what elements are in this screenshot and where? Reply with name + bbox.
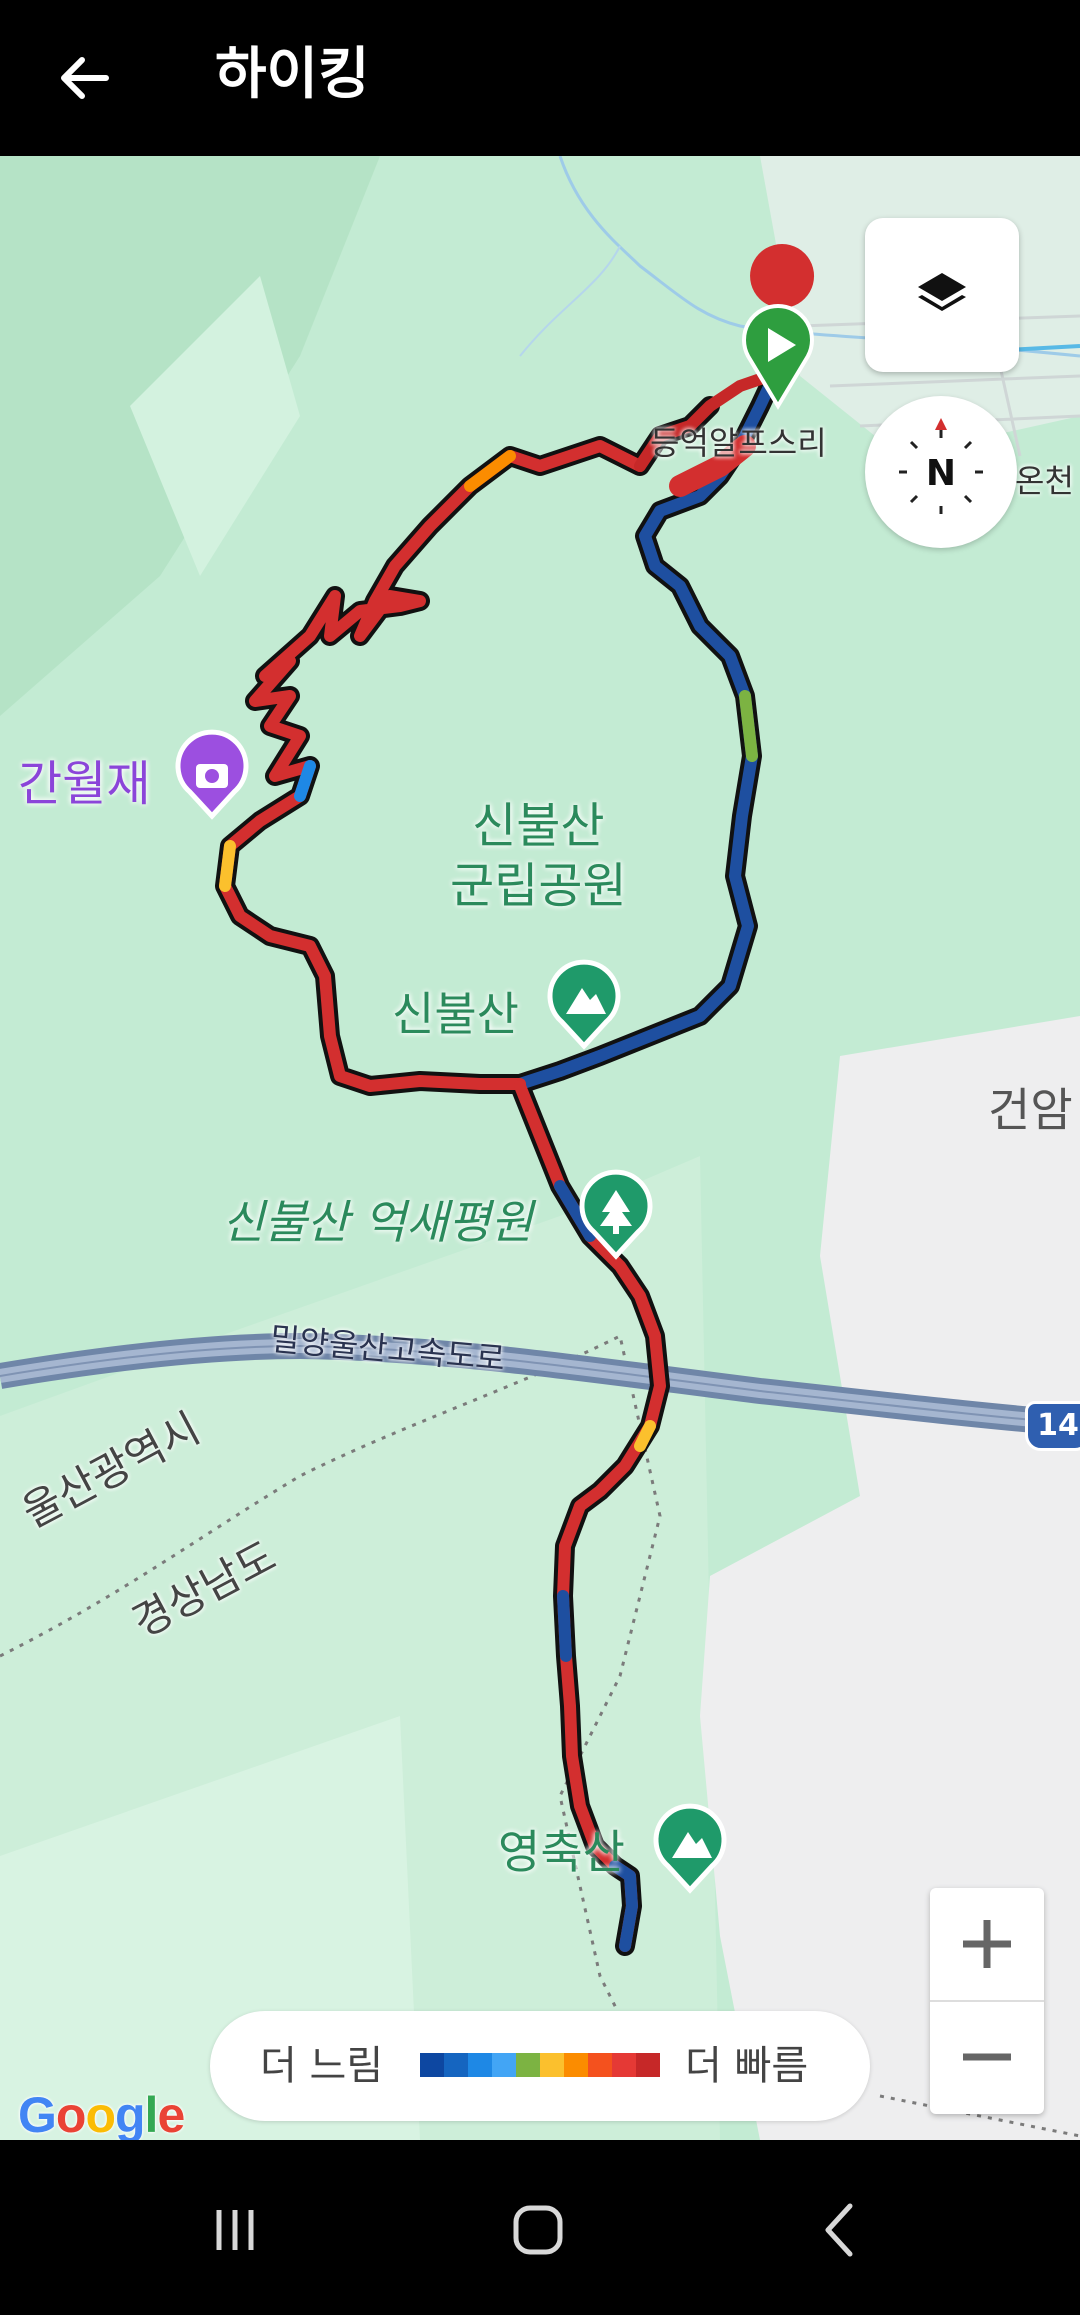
layers-icon [918,273,966,311]
legend-slow-label: 더 느림 [260,2043,384,2089]
page-title: 하이킹 [215,42,370,107]
place-label-oncheon: 온천 [1015,462,1074,500]
minus-icon [963,2053,1011,2061]
system-nav-bar [0,2140,1080,2315]
legend-swatch [420,2053,444,2077]
recent-apps-button[interactable] [175,2180,295,2280]
zoom-controls [930,1888,1044,2114]
park-label: 신불산 군립공원 [450,796,627,916]
plus-icon [963,1920,1011,1968]
back-button[interactable] [44,38,124,118]
back-nav-icon [825,2203,853,2257]
legend-color-bar [420,2053,660,2077]
recent-apps-icon [216,2210,254,2250]
place-label-geonam: 건암 [988,1083,1073,1137]
highway-shield: 14 [1025,1401,1080,1451]
forest-label[interactable]: 신불산 억새평원 [222,1186,533,1252]
park-label-line2: 군립공원 [450,858,627,914]
legend-swatch [444,2053,468,2077]
legend-swatch [612,2053,636,2077]
legend-swatch [516,2053,540,2077]
layers-button[interactable] [865,218,1019,372]
peak-label-sinbulsan[interactable]: 신불산 [392,978,519,1044]
legend-swatch [588,2053,612,2077]
arrow-left-icon [61,57,109,99]
legend-swatch [564,2053,588,2077]
peak-label-yeongchuksan[interactable]: 영축산 [498,1816,625,1882]
legend-swatch [636,2053,660,2077]
compass-letter: N [926,453,956,494]
legend-swatch [540,2053,564,2077]
zoom-out-button[interactable] [930,2001,1044,2113]
legend-swatch [468,2053,492,2077]
google-logo-text: Google [18,2087,185,2140]
back-nav-button[interactable] [780,2180,900,2280]
viewpoint-label[interactable]: 간월재 [18,744,150,814]
compass-button[interactable]: N [865,396,1017,548]
place-label-deungeok: 등억알프스리 [650,424,827,462]
home-icon [513,2205,563,2255]
home-button[interactable] [478,2180,598,2280]
compass-icon: N [899,418,983,514]
speed-legend: 더 느림 더 빠름 [210,2011,870,2121]
legend-swatch [492,2053,516,2077]
google-logo: Google [18,2086,185,2140]
legend-fast-label: 더 빠름 [685,2043,809,2089]
map-view[interactable]: 신불산 군립공원 신불산 신불산 억새평원 간월재 등억알프스리 온천 건암 영… [0,156,1080,2140]
app-bar: 하이킹 [0,0,1080,156]
park-label-line1: 신불산 [472,798,605,854]
zoom-in-button[interactable] [930,1888,1044,2002]
